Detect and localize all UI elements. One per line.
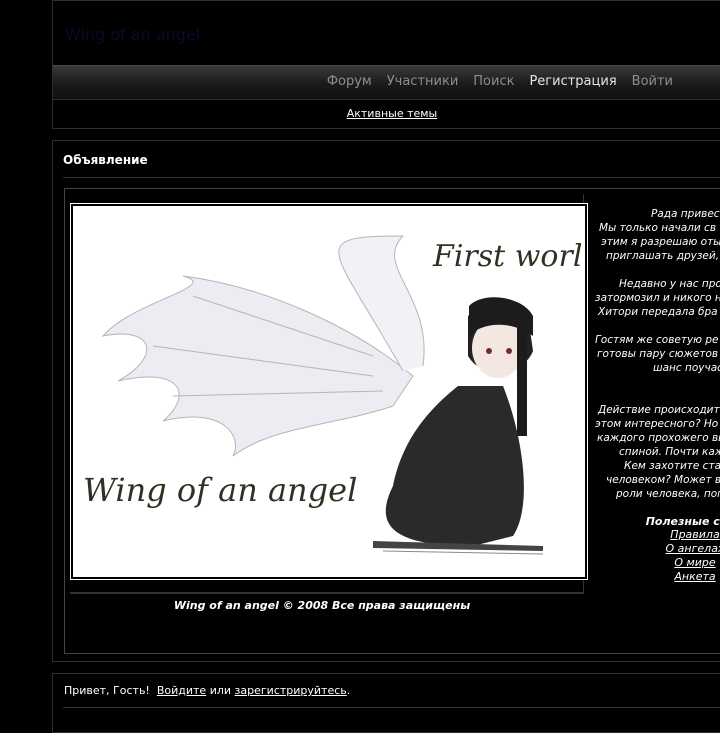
link-about-angels[interactable]: О ангелах: [595, 542, 720, 556]
nav-forum[interactable]: Форум: [327, 74, 372, 89]
side-paragraph-3: Гостям же советую ре готовы пару сюжетов…: [595, 334, 720, 374]
banner-cell: First world Wing of an angel: [70, 194, 588, 593]
welcome-text: Привет, Гость! Войдите или зарегистрируй…: [64, 684, 350, 697]
nav-menu: Форум Участники Поиск Регистрация Войти: [327, 74, 673, 89]
login-link[interactable]: Войдите: [157, 684, 206, 697]
active-topics-link[interactable]: Активные темы: [53, 107, 720, 120]
nav-search[interactable]: Поиск: [473, 74, 514, 89]
announcement-content: First world Wing of an angel Рада привес…: [64, 188, 720, 654]
register-link[interactable]: зарегистрируйтесь: [235, 684, 347, 697]
side-paragraph-2: Недавно у нас про затормозил и никого н …: [595, 278, 720, 318]
banner-caption-bottom: Wing of an angel: [83, 471, 357, 509]
divider: [70, 593, 584, 594]
greeting-prefix: Привет, Гость!: [64, 684, 150, 697]
nav-bar: Форум Участники Поиск Регистрация Войти: [53, 65, 720, 100]
nav-members[interactable]: Участники: [387, 74, 459, 89]
side-paragraph-1: Рада привест Мы только начали св этим я …: [599, 208, 720, 262]
forum-banner-image: First world Wing of an angel: [70, 203, 588, 580]
copyright-text: Wing of an angel © 2008 Все права защище…: [173, 599, 471, 612]
nav-register[interactable]: Регистрация: [529, 74, 616, 89]
site-title[interactable]: Wing of an angel: [65, 25, 200, 44]
divider: [63, 177, 720, 178]
greeting-suffix: .: [346, 684, 351, 697]
link-application[interactable]: Анкета: [595, 570, 720, 584]
forum-header: Wing of an angel Форум Участники Поиск Р…: [52, 0, 720, 129]
divider: [63, 707, 720, 708]
banner-caption-top: First world: [432, 239, 581, 274]
useful-links: Полезные ссыл Правила О ангелах О мире А…: [595, 515, 720, 584]
useful-links-title: Полезные ссыл: [645, 515, 720, 528]
nav-login[interactable]: Войти: [632, 74, 673, 89]
greeting-or: или: [209, 684, 232, 697]
welcome-panel: Привет, Гость! Войдите или зарегистрируй…: [52, 673, 720, 733]
announcement-title: Объявление: [63, 153, 148, 167]
link-rules[interactable]: Правила: [595, 528, 720, 542]
link-about-world[interactable]: О мире: [595, 556, 720, 570]
announcement-side-text: Рада привест Мы только начали св этим я …: [595, 207, 720, 515]
announcement-panel: Объявление First wor Wing of an angel Ра…: [52, 140, 720, 662]
side-paragraph-4: Действие происходит этом интересного? Но…: [595, 404, 720, 500]
